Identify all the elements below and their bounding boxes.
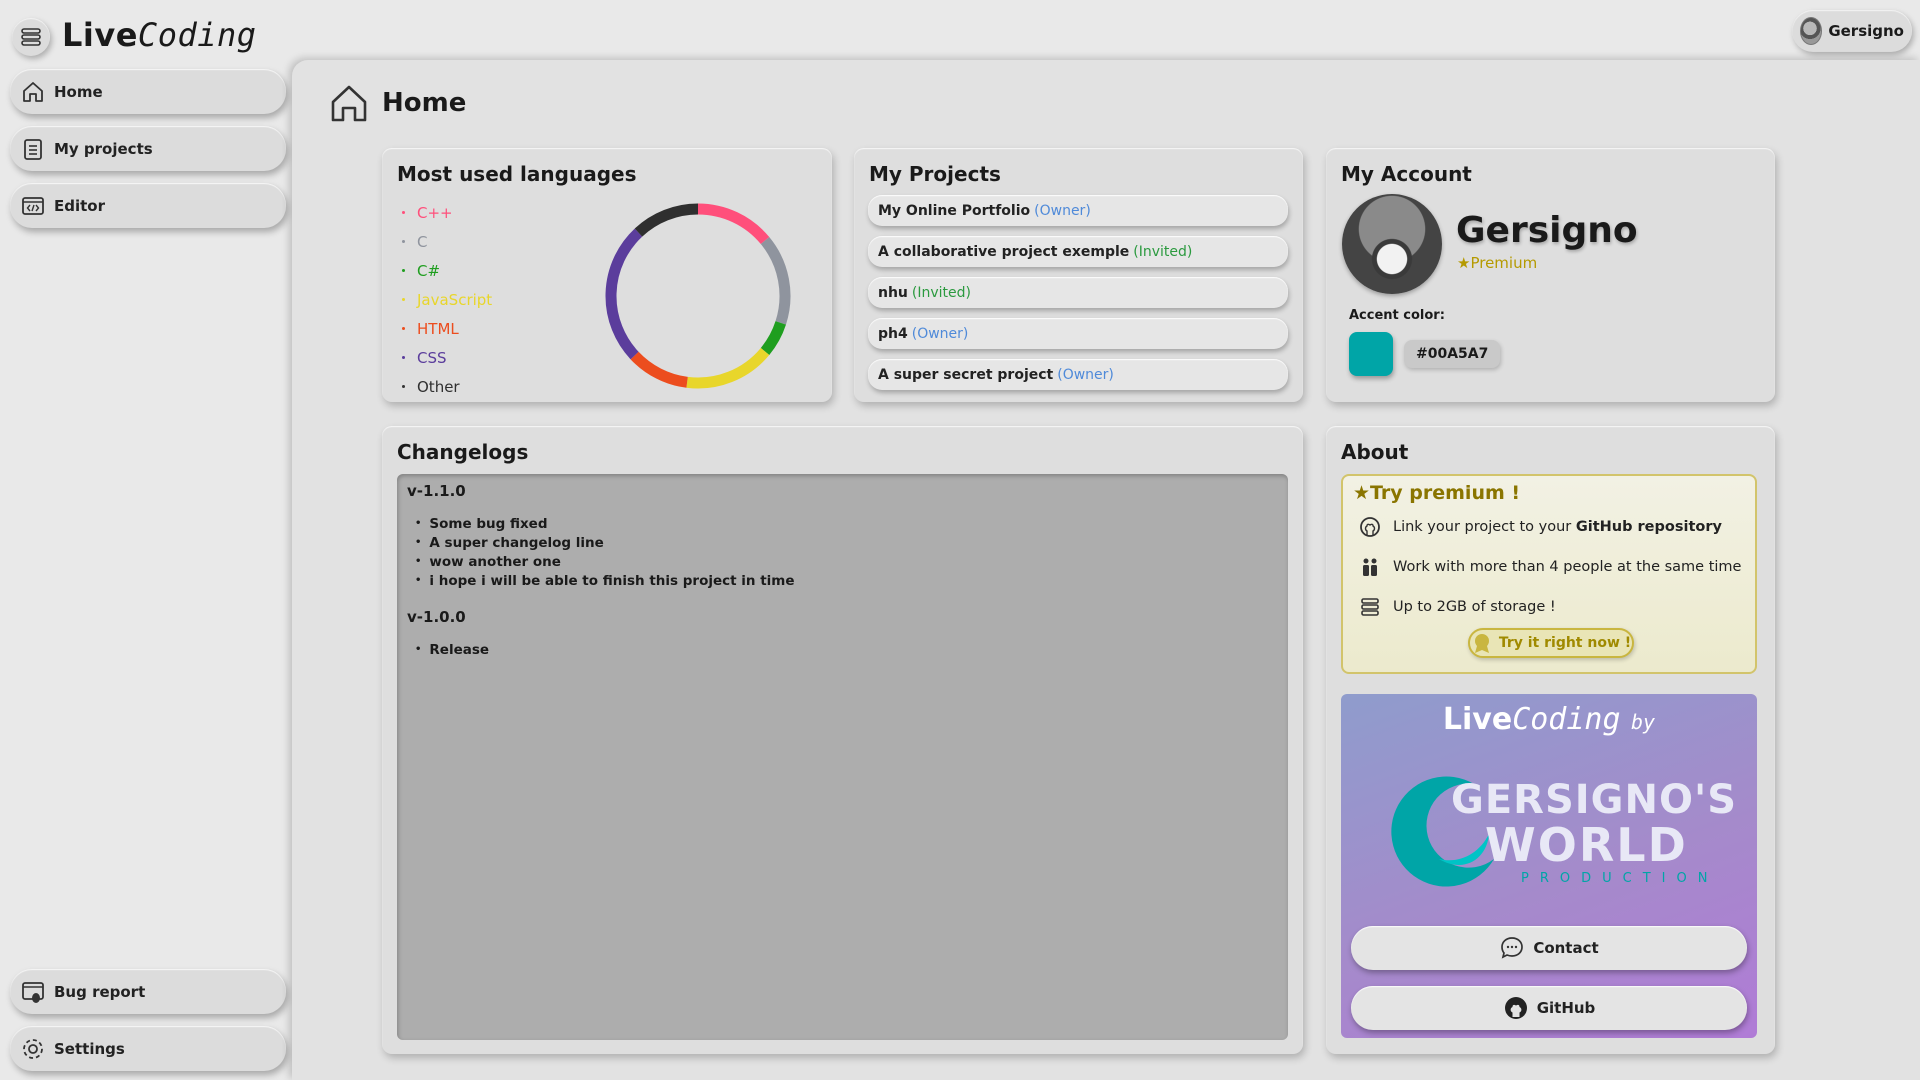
legend-label: CSS bbox=[417, 348, 447, 367]
code-window-icon bbox=[22, 196, 44, 215]
legend-dot bbox=[402, 211, 405, 214]
account-name: Gersigno bbox=[1456, 210, 1638, 251]
donut-slice-css bbox=[605, 228, 643, 360]
changelog-list: Some bug fixed A super changelog line wo… bbox=[407, 514, 1278, 590]
card-title: Most used languages bbox=[397, 162, 637, 186]
legend-label: JavaScript bbox=[417, 290, 493, 309]
list-item: A super changelog line bbox=[415, 533, 1278, 552]
changelog-list: Release bbox=[407, 640, 1278, 659]
donut-slice-c- bbox=[697, 203, 770, 245]
storage-icon bbox=[1361, 598, 1379, 616]
chat-bubble-icon bbox=[1501, 937, 1524, 959]
donut-slice-javascript bbox=[686, 347, 770, 389]
card-title: Changelogs bbox=[397, 440, 529, 464]
accent-color-value[interactable]: #00A5A7 bbox=[1404, 340, 1501, 368]
legend-item: C# bbox=[402, 256, 492, 285]
premium-promo: ★Try premium ! Link your project to your… bbox=[1341, 474, 1757, 674]
people-icon bbox=[1363, 558, 1377, 576]
legend-dot bbox=[402, 385, 405, 388]
legend-item: JavaScript bbox=[402, 285, 492, 314]
legend-label: C++ bbox=[417, 203, 453, 222]
promo-heading: LiveCoding by bbox=[1442, 702, 1656, 737]
project-item[interactable]: A super secret project (Owner) bbox=[868, 359, 1288, 390]
contact-button[interactable]: Contact bbox=[1351, 926, 1747, 970]
app-title: LiveCoding bbox=[62, 16, 257, 54]
legend-dot bbox=[402, 240, 405, 243]
gear-icon bbox=[23, 1038, 43, 1059]
project-item[interactable]: My Online Portfolio (Owner) bbox=[868, 195, 1288, 226]
github-icon bbox=[1360, 517, 1380, 537]
legend-dot bbox=[402, 298, 405, 301]
sidebar-item-settings[interactable]: Settings bbox=[10, 1026, 286, 1071]
clipboard-icon bbox=[24, 138, 42, 160]
legend-dot bbox=[402, 327, 405, 330]
card-title: My Account bbox=[1341, 162, 1472, 186]
card-title: About bbox=[1341, 440, 1409, 464]
studio-logo-text: GERSIGNO'S WORLD PRODUCTION bbox=[1451, 777, 1738, 886]
home-icon bbox=[331, 85, 367, 122]
legend-item: CSS bbox=[402, 343, 492, 372]
livecoding-promo-banner: LiveCoding by GERSIGNO'S WORLD PRODUCTIO… bbox=[1341, 694, 1757, 1038]
list-item: Some bug fixed bbox=[415, 514, 1278, 533]
languages-donut-chart bbox=[605, 203, 791, 389]
account-card: My Account Gersigno ★Premium Accent colo… bbox=[1326, 148, 1775, 402]
github-button[interactable]: GitHub bbox=[1351, 986, 1747, 1030]
changelog-version: v-1.1.0 bbox=[407, 482, 466, 500]
sidebar-item-bug-report[interactable]: Bug report bbox=[10, 969, 286, 1014]
accent-color-swatch[interactable] bbox=[1349, 332, 1393, 376]
sidebar-item-editor[interactable]: Editor bbox=[10, 183, 286, 228]
legend-label: HTML bbox=[417, 319, 459, 338]
award-icon bbox=[1474, 634, 1489, 653]
legend-dot bbox=[402, 269, 405, 272]
user-name: Gersigno bbox=[1828, 22, 1904, 40]
legend-dot bbox=[402, 356, 405, 359]
list-item: Release bbox=[415, 640, 1278, 659]
changelog-card: Changelogs v-1.1.0 Some bug fixed A supe… bbox=[382, 426, 1303, 1054]
changelog-content: v-1.1.0 Some bug fixed A super changelog… bbox=[397, 474, 1288, 1040]
changelog-version: v-1.0.0 bbox=[407, 608, 466, 626]
page-header: Home bbox=[328, 82, 466, 124]
legend-item: HTML bbox=[402, 314, 492, 343]
project-item[interactable]: ph4 (Owner) bbox=[868, 318, 1288, 349]
premium-perk: Up to 2GB of storage ! bbox=[1359, 596, 1556, 618]
sidebar-item-my-projects[interactable]: My projects bbox=[10, 126, 286, 171]
home-icon bbox=[23, 81, 43, 102]
donut-slice-other bbox=[634, 203, 699, 237]
list-item: i hope i will be able to finish this pro… bbox=[415, 571, 1278, 590]
legend-item: C bbox=[402, 227, 492, 256]
legend-label: C bbox=[417, 232, 428, 251]
premium-badge: ★Premium bbox=[1457, 254, 1538, 272]
projects-card: My Projects My Online Portfolio (Owner) A… bbox=[854, 148, 1303, 402]
premium-perk: Link your project to your GitHub reposit… bbox=[1359, 516, 1722, 538]
list-item: wow another one bbox=[415, 552, 1278, 571]
avatar bbox=[1800, 17, 1823, 45]
languages-legend: C++ C C# JavaScript HTML CSS Other bbox=[402, 198, 492, 401]
accent-color-label: Accent color: bbox=[1349, 308, 1445, 323]
card-title: My Projects bbox=[869, 162, 1001, 186]
user-menu-button[interactable]: Gersigno bbox=[1792, 10, 1912, 52]
try-premium-button[interactable]: Try it right now ! bbox=[1468, 628, 1634, 658]
legend-label: Other bbox=[417, 377, 460, 396]
languages-card: Most used languages C++ C C# JavaScript HTML… bbox=[382, 148, 832, 402]
donut-slice-c bbox=[760, 237, 791, 325]
about-card: About ★Try premium ! Link your project t… bbox=[1326, 426, 1775, 1054]
legend-label: C# bbox=[417, 261, 441, 280]
bug-icon bbox=[22, 981, 44, 1003]
donut-slice-html bbox=[630, 351, 688, 388]
menu-button[interactable] bbox=[12, 18, 50, 56]
donut-slice-c- bbox=[760, 321, 786, 355]
legend-item: Other bbox=[402, 372, 492, 401]
page-title: Home bbox=[382, 88, 467, 118]
github-icon bbox=[1504, 997, 1527, 1019]
project-item[interactable]: A collaborative project exemple (Invited) bbox=[868, 236, 1288, 267]
legend-item: C++ bbox=[402, 198, 492, 227]
sidebar-item-home[interactable]: Home bbox=[10, 69, 286, 114]
project-item[interactable]: nhu (Invited) bbox=[868, 277, 1288, 308]
premium-perk: Work with more than 4 people at the same… bbox=[1359, 556, 1741, 578]
premium-title: ★Try premium ! bbox=[1353, 482, 1521, 504]
hamburger-icon bbox=[21, 28, 41, 46]
avatar[interactable] bbox=[1342, 194, 1442, 294]
